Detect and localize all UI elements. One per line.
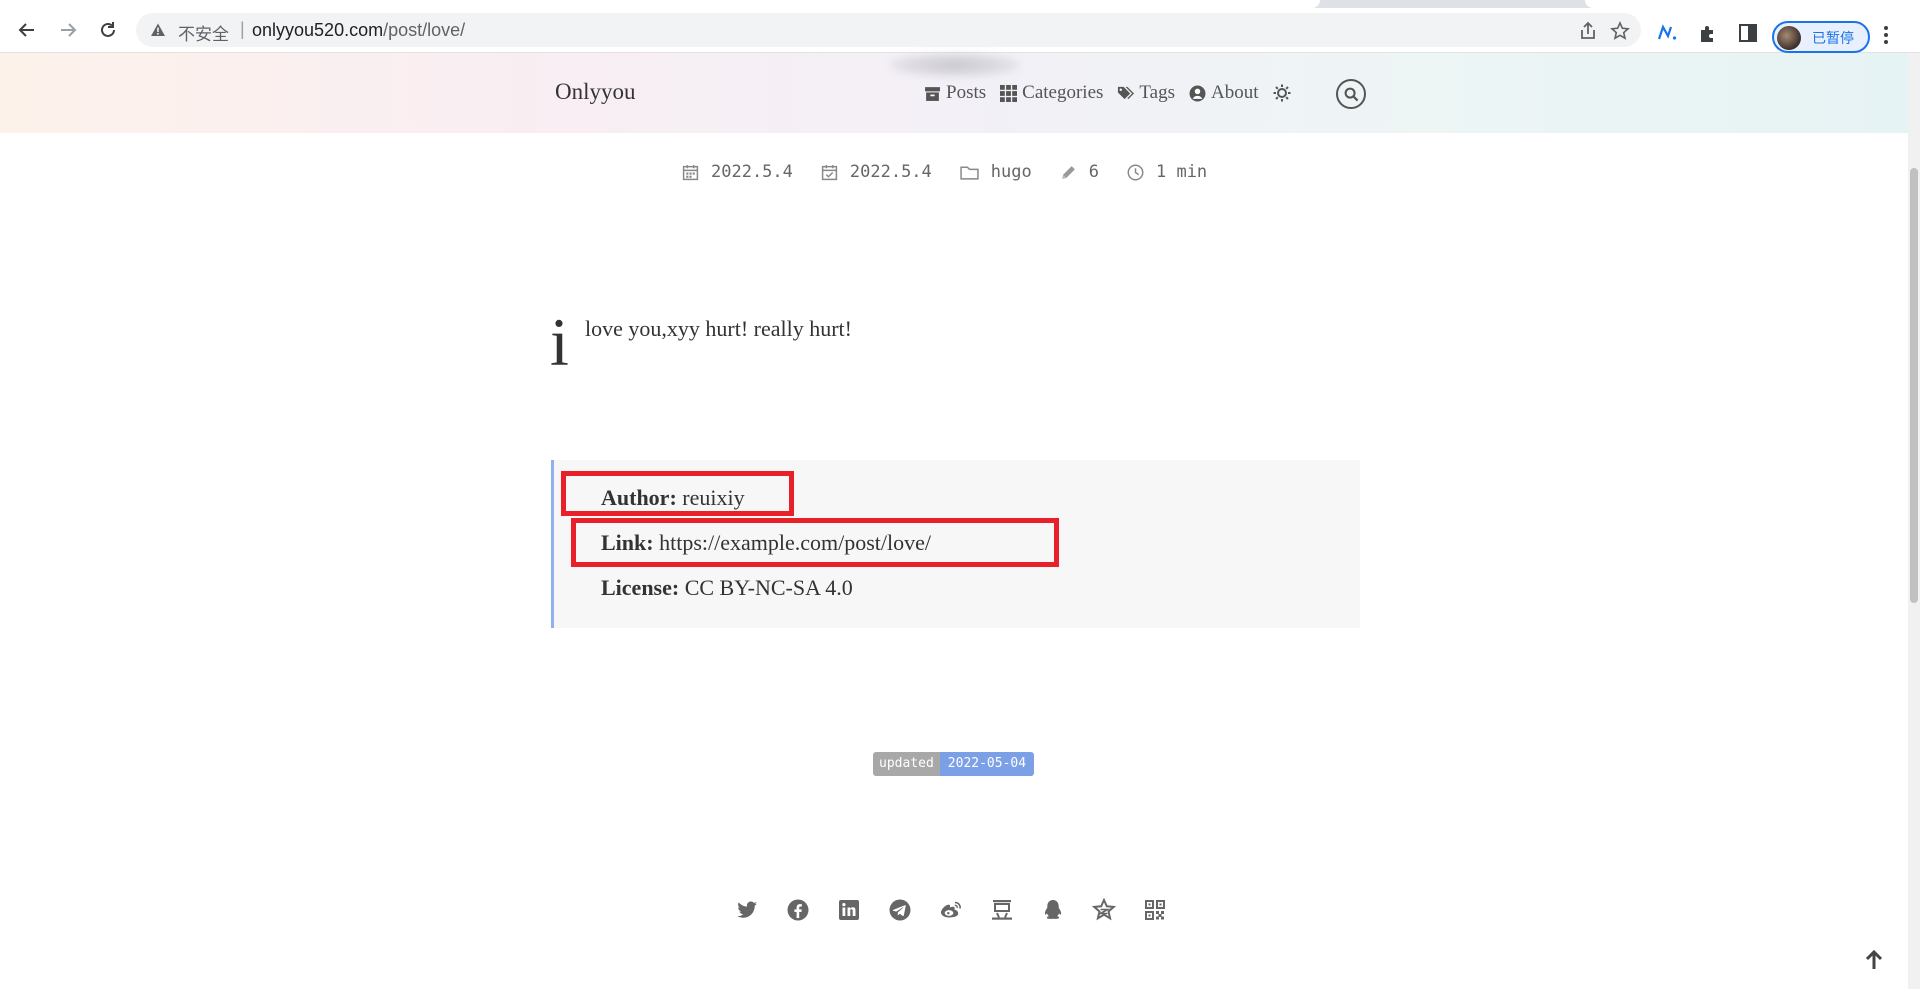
arrow-left-icon	[18, 23, 34, 37]
linkedin-icon[interactable]	[837, 898, 861, 922]
license-label: License:	[601, 575, 680, 600]
url-host: onlyyou520.com	[252, 20, 384, 40]
clock-icon	[1127, 164, 1144, 180]
facebook-icon[interactable]	[786, 898, 810, 922]
main-menu: Posts Categories Tags About	[924, 82, 1311, 104]
qzone-icon[interactable]	[1092, 898, 1116, 922]
reading-time: 1 min	[1155, 162, 1208, 182]
browser-toolbar: 不安全 | onlyyou520.com/post/love/ 已暂停	[0, 8, 1920, 53]
meta-published: 2022.5.4	[682, 162, 793, 182]
menu-item-label: Categories	[1022, 82, 1104, 103]
address-bar[interactable]: 不安全 | onlyyou520.com/post/love/	[136, 13, 1641, 47]
menu-item-tags[interactable]: Tags	[1117, 82, 1175, 104]
license-link[interactable]: CC BY-NC-SA 4.0	[685, 575, 853, 600]
word-count: 6	[1088, 162, 1099, 182]
highlight-box-author	[561, 471, 794, 516]
menu-item-label: Posts	[946, 82, 987, 103]
menu-item-about[interactable]: About	[1189, 82, 1259, 104]
tab-strip-right	[1585, 0, 1920, 8]
profile-button[interactable]: 已暂停	[1772, 21, 1870, 53]
post-body-text: love you,xyy hurt! really hurt!	[585, 316, 852, 341]
security-label[interactable]: 不安全	[178, 20, 229, 45]
reload-icon	[101, 22, 115, 37]
calendar-icon	[682, 164, 699, 180]
license-license-row: License: CC BY-NC-SA 4.0	[601, 575, 853, 601]
weibo-icon[interactable]	[939, 898, 963, 922]
highlight-box-link	[571, 518, 1059, 567]
published-date: 2022.5.4	[711, 162, 793, 182]
profile-status-label: 已暂停	[1812, 31, 1854, 47]
reload-button[interactable]	[94, 16, 122, 44]
extensions-puzzle-icon[interactable]	[1697, 22, 1719, 44]
search-icon	[1344, 87, 1358, 101]
tags-icon	[1118, 86, 1135, 99]
qq-icon[interactable]	[1041, 898, 1065, 922]
back-button[interactable]	[13, 16, 41, 44]
url-path: /post/love/	[383, 20, 466, 40]
meta-reading-time: 1 min	[1127, 162, 1207, 182]
menu-item-label: Tags	[1139, 82, 1176, 103]
search-button[interactable]	[1336, 79, 1366, 109]
twitter-icon[interactable]	[735, 898, 759, 922]
post-dropcap: i	[550, 304, 569, 380]
category-link[interactable]: hugo	[991, 162, 1032, 182]
updated-date: 2022.5.4	[849, 162, 932, 182]
url-separator: |	[240, 19, 245, 39]
theme-toggle-icon[interactable]	[1273, 84, 1291, 102]
badge-value: 2022-05-04	[939, 752, 1035, 776]
user-circle-icon	[1189, 85, 1206, 101]
extension-n-icon[interactable]	[1656, 22, 1678, 44]
grid-icon	[1000, 84, 1018, 102]
side-panel-icon[interactable]	[1737, 22, 1759, 44]
more-menu-icon[interactable]	[1882, 25, 1890, 45]
meta-updated: 2022.5.4	[821, 162, 932, 182]
menu-item-label: About	[1211, 82, 1259, 103]
share-page-icon[interactable]	[1578, 21, 1598, 41]
header-decoration	[890, 53, 1020, 77]
menu-item-posts[interactable]: Posts	[924, 82, 986, 104]
archive-icon	[925, 86, 940, 101]
menu-item-categories[interactable]: Categories	[1000, 82, 1103, 104]
page-scrollbar[interactable]	[1908, 53, 1920, 989]
douban-icon[interactable]	[990, 898, 1014, 922]
folder-icon	[960, 165, 979, 180]
share-bar	[735, 898, 1194, 922]
site-header: Onlyyou Posts Categories Tags About	[0, 53, 1908, 133]
active-tab[interactable]	[0, 0, 1320, 8]
pencil-icon	[1061, 165, 1075, 179]
meta-category[interactable]: hugo	[960, 162, 1032, 182]
updated-badge: updated 2022-05-04	[873, 752, 1035, 776]
avatar	[1777, 26, 1801, 50]
warning-icon[interactable]	[150, 22, 166, 38]
bookmark-star-icon[interactable]	[1610, 21, 1630, 41]
forward-button[interactable]	[54, 16, 82, 44]
qrcode-icon[interactable]	[1143, 898, 1167, 922]
meta-word-count: 6	[1060, 162, 1099, 182]
post-meta: 2022.5.4 2022.5.4 hugo 6 1 min	[682, 162, 1235, 182]
scrollbar-thumb[interactable]	[1910, 168, 1918, 603]
url-text[interactable]: onlyyou520.com/post/love/	[252, 20, 465, 41]
badge-key: updated	[873, 752, 940, 776]
back-to-top-icon[interactable]	[1862, 948, 1886, 972]
arrow-right-icon	[61, 23, 77, 37]
site-brand-link[interactable]: Onlyyou	[555, 79, 636, 105]
calendar-check-icon	[821, 164, 838, 180]
telegram-icon[interactable]	[888, 898, 912, 922]
